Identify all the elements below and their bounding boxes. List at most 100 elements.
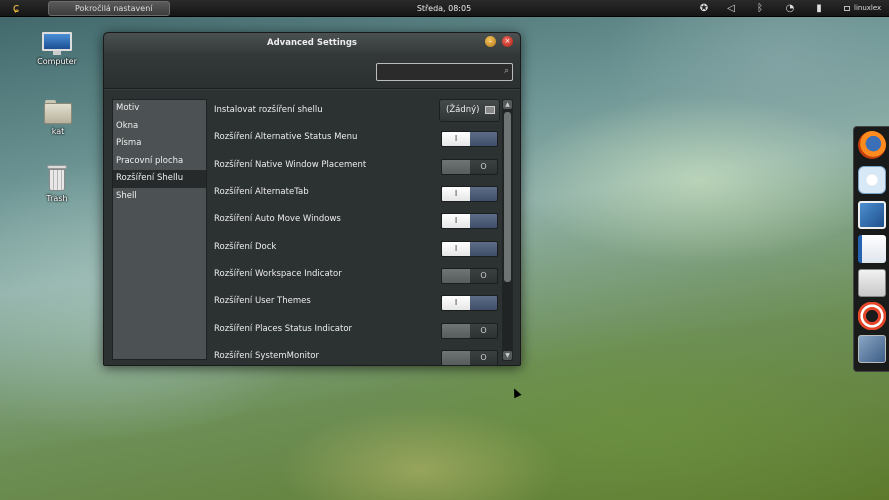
switch-half [442, 160, 470, 174]
clock[interactable]: Středa, 08:05 [404, 1, 484, 16]
scroll-up-arrow[interactable]: ▲ [503, 100, 512, 109]
scrollbar-thumb[interactable] [504, 112, 511, 282]
extension-label: Rozšíření User Themes [214, 296, 311, 306]
switch-half [470, 132, 497, 146]
sidebar-item-okna[interactable]: Okna [113, 118, 206, 136]
extension-label: Rozšíření Auto Move Windows [214, 214, 341, 224]
app-menu-label: Pokročilá nastavení [75, 4, 153, 13]
search-input[interactable] [377, 65, 495, 79]
switch-half [470, 214, 497, 228]
extension-label: Rozšíření AlternateTab [214, 187, 309, 197]
volume-icon[interactable]: ◁ [724, 1, 738, 16]
switch-half [442, 351, 470, 365]
extension-toggle-switch[interactable]: I [441, 241, 498, 257]
switch-half [470, 187, 497, 201]
extension-row: Rozšíření Alternative Status Menu I [214, 127, 500, 154]
switch-half [470, 296, 497, 310]
search-icon: ⌕ [503, 66, 509, 76]
extension-label: Rozšíření Alternative Status Menu [214, 132, 358, 142]
desktop-icon-label: Computer [37, 57, 77, 66]
shotwell-icon[interactable] [858, 201, 886, 229]
extension-row: Rozšíření Native Window Placement O [214, 155, 500, 182]
extension-row: Rozšíření Workspace Indicator O [214, 264, 500, 291]
extension-row: Rozšíření Places Status Indicator O [214, 319, 500, 346]
mouse-pointer-icon [510, 386, 522, 399]
firefox-icon[interactable] [858, 131, 886, 159]
window-titlebar[interactable]: Advanced Settings – × [104, 33, 520, 53]
extension-row: Rozšíření Dock I [214, 237, 500, 264]
desktop-icon-kat[interactable]: kat [28, 100, 88, 136]
extension-toggle-switch[interactable]: O [441, 159, 498, 175]
switch-half: I [442, 296, 470, 310]
extension-toggle-switch[interactable]: O [441, 268, 498, 284]
install-extension-chooser[interactable]: (Žádný) [439, 99, 500, 122]
help-icon[interactable] [858, 302, 886, 330]
sidebar-item-pisma[interactable]: Písma [113, 135, 206, 153]
close-button[interactable]: × [502, 36, 513, 47]
folder-icon [485, 106, 495, 114]
sidebar-item-rozsireni-shellu[interactable]: Rozšíření Shellu [113, 170, 206, 188]
extension-row: Rozšíření AlternateTab I [214, 182, 500, 209]
desktop-icon-computer[interactable]: Computer [27, 32, 87, 66]
extension-toggle-switch[interactable]: O [441, 350, 498, 366]
libreoffice-writer-icon[interactable] [858, 235, 886, 263]
extension-label: Rozšíření Workspace Indicator [214, 269, 342, 279]
scroll-down-arrow[interactable]: ▼ [503, 351, 512, 360]
switch-half: O [470, 269, 497, 283]
bluetooth-icon[interactable]: ᛒ [753, 1, 767, 16]
switch-half: O [470, 324, 497, 338]
dock [853, 126, 889, 372]
computer-icon [42, 32, 72, 55]
switch-half: O [470, 160, 497, 174]
accessibility-icon[interactable]: ✪ [697, 1, 711, 16]
extension-label: Rozšíření Native Window Placement [214, 160, 367, 170]
extension-toggle-switch[interactable]: O [441, 323, 498, 339]
trash-icon [47, 165, 67, 191]
user-menu[interactable]: linuxlex [844, 1, 881, 16]
network-icon[interactable]: ◔ [783, 1, 797, 16]
switch-half: I [442, 214, 470, 228]
window-toolbar: ⌕ [104, 53, 520, 89]
folder-icon [44, 100, 72, 124]
top-panel: ɕ Pokročilá nastavení Středa, 08:05 ✪ ◁ … [0, 0, 889, 17]
vertical-scrollbar[interactable]: ▲ ▼ [502, 99, 513, 361]
install-extension-value: (Žádný) [446, 105, 480, 115]
desktop-icon-label: Trash [46, 194, 68, 203]
user-status-icon [844, 5, 850, 11]
user-name: linuxlex [854, 4, 882, 12]
window-content: Motiv Okna Písma Pracovní plocha Rozšíře… [104, 90, 520, 366]
empathy-icon[interactable] [858, 166, 886, 194]
window-title: Advanced Settings [267, 38, 357, 48]
switch-half: I [442, 187, 470, 201]
desktop-icon-label: kat [51, 127, 65, 136]
sidebar-item-motiv[interactable]: Motiv [113, 100, 206, 118]
extension-label: Rozšíření Places Status Indicator [214, 324, 353, 334]
extension-label: Rozšíření SystemMonitor [214, 351, 319, 361]
app-menu-button[interactable]: Pokročilá nastavení [48, 1, 170, 16]
extension-row: Rozšíření SystemMonitor O [214, 346, 500, 373]
install-extension-row: Instalovat rozšíření shellu (Žádný) [214, 99, 500, 126]
category-sidebar: Motiv Okna Písma Pracovní plocha Rozšíře… [112, 99, 207, 360]
switch-half: O [470, 351, 497, 365]
extension-toggle-switch[interactable]: I [441, 131, 498, 147]
switch-half: I [442, 242, 470, 256]
advanced-settings-window: Advanced Settings – × ⌕ Motiv Okna Písma… [103, 32, 521, 366]
extension-label: Rozšíření Dock [214, 242, 277, 252]
battery-icon[interactable]: ▮ [812, 1, 826, 16]
file-manager-icon[interactable] [858, 269, 886, 297]
extension-row: Rozšíření User Themes I [214, 291, 500, 318]
extension-row: Rozšíření Auto Move Windows I [214, 209, 500, 236]
install-extension-label: Instalovat rozšíření shellu [214, 105, 323, 115]
switch-half [470, 242, 497, 256]
activities-icon[interactable]: ɕ [6, 1, 26, 16]
desktop-icon-trash[interactable]: Trash [27, 165, 87, 203]
extension-toggle-switch[interactable]: I [441, 186, 498, 202]
extension-toggle-switch[interactable]: I [441, 295, 498, 311]
switch-half: I [442, 132, 470, 146]
minimize-button[interactable]: – [485, 36, 496, 47]
extension-toggle-switch[interactable]: I [441, 213, 498, 229]
sidebar-item-shell[interactable]: Shell [113, 188, 206, 206]
search-box[interactable]: ⌕ [376, 63, 513, 81]
system-tools-icon[interactable] [858, 335, 886, 363]
sidebar-item-pracovni-plocha[interactable]: Pracovní plocha [113, 153, 206, 171]
